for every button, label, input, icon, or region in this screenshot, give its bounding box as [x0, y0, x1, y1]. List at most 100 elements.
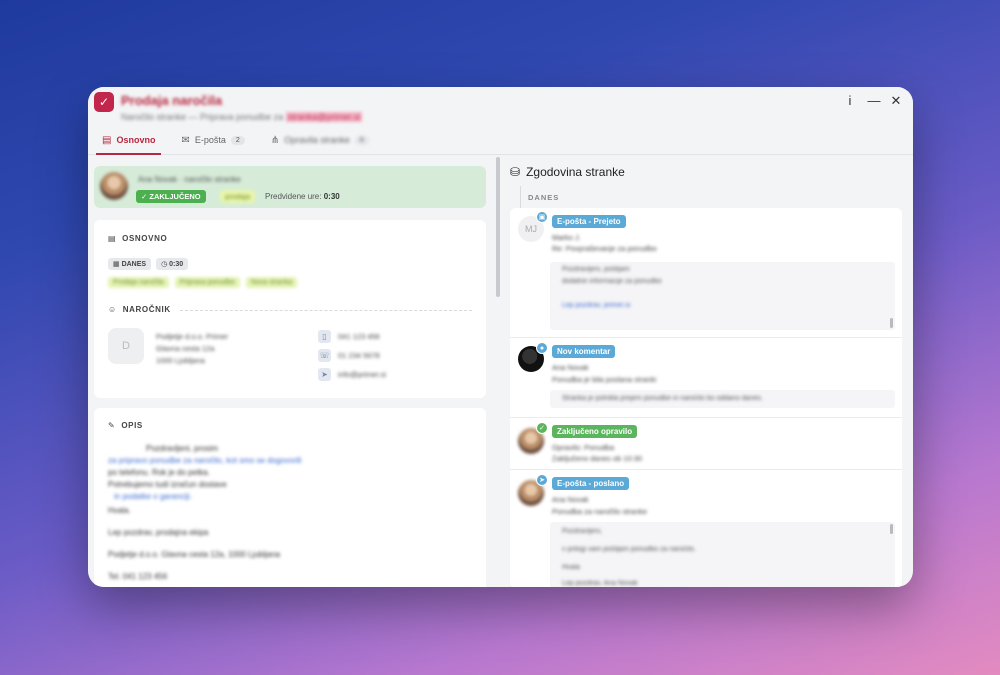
estimate-label: Predvidene ure: [265, 192, 322, 201]
timeline-line [520, 186, 521, 208]
history-entry[interactable]: ● Nov komentar Ana Novak Ponudba je bila… [510, 338, 902, 418]
tag-chip[interactable]: Nova stranka [245, 277, 298, 288]
minimize-button[interactable]: — [867, 93, 881, 108]
description-line: po telefonu. Rok je do petka. [108, 468, 210, 477]
entry-line: Ponudba za naročilo stranke [552, 507, 648, 516]
entry-type-badge: Nov komentar [552, 345, 616, 358]
tab-opravila[interactable]: ⋔ Opravila stranke 0 [265, 127, 375, 155]
quote-line: Stranka je potrdila prejem ponudbe in na… [562, 395, 763, 402]
client-avatar: D [108, 328, 144, 364]
subtitle-text: Naročilo stranke — Priprava ponudbe za [121, 112, 284, 122]
tab-label: Opravila stranke [284, 135, 350, 145]
history-pane: ⛁ Zgodovina stranke DANES MJ ▣ E-pošta -… [502, 156, 913, 587]
tab-osnovno[interactable]: ▤ Osnovno [96, 127, 162, 155]
description-link[interactable]: in podatke o garanciji. [114, 492, 192, 501]
history-icon: ⛁ [510, 165, 521, 179]
date-chip-label: DANES [121, 261, 147, 268]
entry-type-badge: E-pošta - Prejeto [552, 215, 626, 228]
close-button[interactable]: ✕ [889, 93, 903, 109]
tab-bar: ▤ Osnovno ✉ E-pošta 2 ⋔ Opravila stranke… [96, 127, 375, 155]
telephone-icon: ☏ [318, 349, 331, 362]
estimate-value: 0:30 [323, 192, 340, 201]
client-line: Podjetje d.o.o. Primer [156, 332, 229, 341]
quote-line: Pozdravljeni, pošiljam [562, 266, 630, 273]
entry-type-badge: E-pošta - poslano [552, 477, 630, 490]
tag-chip[interactable]: Priprava ponudbe [174, 277, 240, 288]
entry-line: Re: Povpraševanje za ponudbo [552, 244, 657, 253]
today-label: DANES [528, 193, 560, 202]
avatar [100, 172, 128, 200]
app-check-icon: ✓ [94, 92, 114, 112]
comment-quote: Stranka je potrdila prejem ponudbe in na… [550, 390, 895, 408]
contact-phone[interactable]: 041 123 456 [338, 332, 380, 341]
history-feed: MJ ▣ E-pošta - Prejeto Marko J. Re: Povp… [510, 208, 902, 587]
description-line: Pozdravljeni, prosim [146, 444, 219, 453]
tree-icon: ⋔ [270, 134, 280, 146]
window-title: Prodaja naročila [121, 93, 223, 108]
date-chips: ▦ DANES ◷ 0:30 [108, 258, 189, 270]
email-quote: Pozdravljeni, pošiljam dodatne informaci… [550, 262, 895, 330]
description-link[interactable]: za pripravo ponudbe za naročilo, kot smo… [108, 456, 301, 465]
entry-type-badge: Zaključeno opravilo [552, 425, 638, 438]
contact-email[interactable]: info@primer.si [338, 370, 386, 379]
history-entry[interactable]: MJ ▣ E-pošta - Prejeto Marko J. Re: Povp… [510, 208, 902, 338]
time-chip[interactable]: ◷ 0:30 [156, 258, 189, 270]
quote-scrollbar[interactable] [890, 318, 893, 328]
info-icon[interactable]: i [843, 93, 857, 108]
subtitle-highlight[interactable]: stranka@primer.si [285, 112, 363, 122]
inbox-icon: ▣ [536, 211, 548, 223]
entry-line: Opravilo: Ponudba [552, 443, 615, 452]
history-entry[interactable]: ✓ Zaključeno opravilo Opravilo: Ponudba … [510, 418, 902, 470]
app-window: ✓ Prodaja naročila Naročilo stranke — Pr… [88, 87, 913, 587]
left-scrollbar[interactable] [496, 157, 500, 297]
quote-line: dodatne informacije za ponudbo [562, 278, 662, 285]
tag-list: Prodaja naročila Priprava ponudbe Nova s… [108, 277, 298, 288]
pencil-icon: ✎ [108, 421, 116, 430]
status-badge: ✓ ZAKLJUČENO [136, 190, 206, 203]
mail-icon: ✉ [181, 134, 190, 146]
quote-line: Pozdravljeni, [562, 528, 603, 535]
entry-line: Zaključeno danes ob 10:30 [552, 454, 643, 463]
window-subtitle: Naročilo stranke — Priprava ponudbe za s… [121, 112, 363, 122]
contact-name: Ana Novak · naročilo stranke [138, 175, 241, 184]
quote-line: Lep pozdrav, primer.si [562, 302, 630, 309]
client-line: 1000 Ljubljana [156, 356, 205, 365]
quote-link[interactable]: Lep pozdrav, primer.si [562, 302, 630, 309]
tab-eposta[interactable]: ✉ E-pošta 2 [175, 127, 250, 155]
history-entry[interactable]: ➤ E-pošta - poslano Ana Novak Ponudba za… [510, 470, 902, 587]
description-line: Lep pozdrav, prodajna ekipa [108, 528, 209, 537]
basic-card: ▤ OSNOVNO ▦ DANES ◷ 0:30 Prodaja naročil… [94, 220, 486, 398]
entry-line: Ana Novak [552, 363, 589, 372]
client-heading: ☺ NAROČNIK [108, 305, 171, 314]
basic-heading-text: OSNOVNO [122, 234, 168, 243]
tab-count-badge: 2 [230, 135, 245, 145]
quote-line: v prilogi vam pošiljam ponudbo za naroči… [562, 546, 696, 553]
details-pane: Ana Novak · naročilo stranke ✓ ZAKLJUČEN… [88, 156, 498, 587]
description-line: Tel. 041 123 456 [108, 572, 168, 581]
description-heading: ✎ OPIS [108, 421, 143, 430]
date-chip[interactable]: ▦ DANES [108, 258, 152, 270]
quote-line: Hvala [562, 564, 580, 571]
category-tag: prodaja [220, 190, 256, 203]
divider [180, 310, 472, 311]
person-icon: ☺ [108, 305, 117, 314]
tab-label: Osnovno [116, 135, 156, 145]
quote-line: Lep pozdrav, Ana Novak [562, 580, 638, 587]
tag-chip[interactable]: Prodaja naročila [108, 277, 169, 288]
send-icon: ➤ [536, 474, 548, 486]
tab-count-badge: 0 [354, 135, 369, 145]
description-line: za pripravo ponudbe za naročilo, kot smo… [108, 456, 301, 465]
comment-icon: ● [536, 342, 548, 354]
basic-heading: ▤ OSNOVNO [108, 234, 167, 243]
quote-scrollbar[interactable] [890, 524, 893, 534]
contact-tel[interactable]: 01 234 5678 [338, 351, 380, 360]
status-badge-label: ZAKLJUČENO [149, 192, 201, 201]
description-heading-text: OPIS [121, 421, 143, 430]
document-icon: ▤ [102, 134, 112, 146]
description-line: Podjetje d.o.o. Glavna cesta 12a, 1000 L… [108, 550, 281, 559]
description-line: in podatke o garanciji. [114, 492, 192, 501]
check-icon: ✓ [536, 422, 548, 434]
client-line: Glavna cesta 12a [156, 344, 215, 353]
window-header: ✓ Prodaja naročila Naročilo stranke — Pr… [88, 87, 913, 155]
history-heading: ⛁ Zgodovina stranke [510, 165, 625, 179]
